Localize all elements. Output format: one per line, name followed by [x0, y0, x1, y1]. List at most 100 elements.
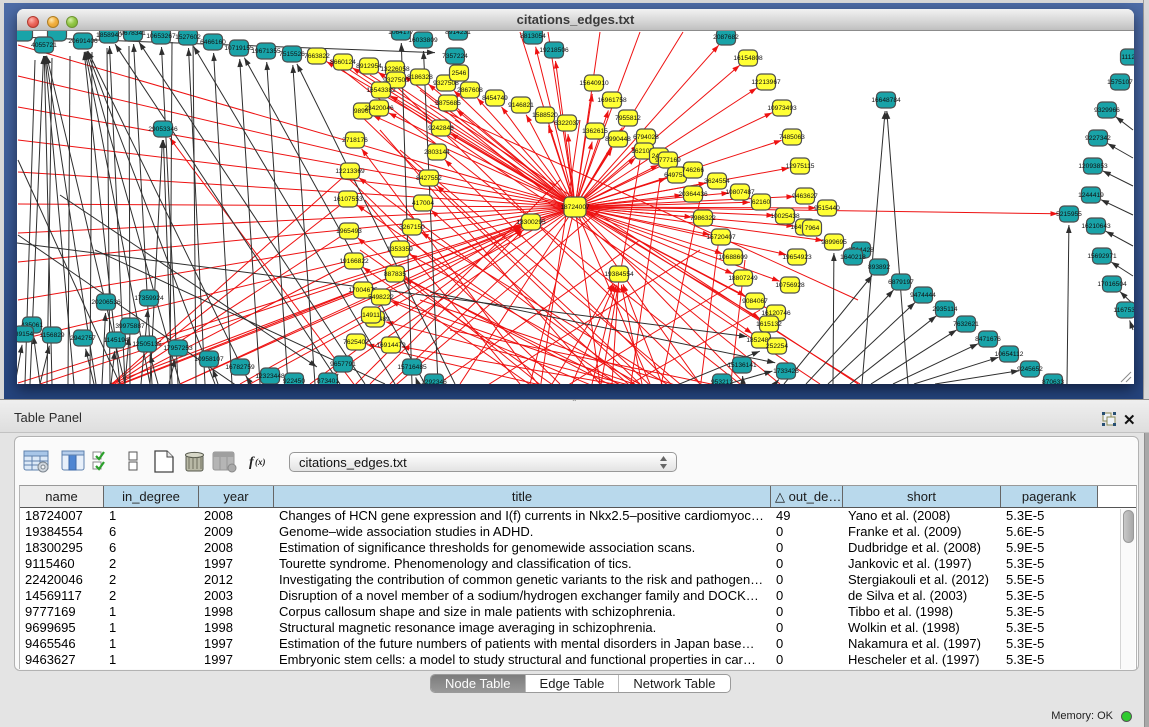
svg-text:12505135: 12505135 [132, 341, 162, 348]
svg-text:8813054: 8813054 [520, 33, 546, 40]
svg-text:19654923: 19654923 [782, 254, 812, 261]
svg-text:12093853: 12093853 [1078, 163, 1108, 170]
svg-text:8427552: 8427552 [416, 175, 442, 182]
svg-text:1156829: 1156829 [39, 332, 65, 339]
svg-text:1615132: 1615132 [756, 321, 782, 328]
svg-text:19218506: 19218506 [539, 47, 569, 54]
svg-text:9657791: 9657791 [330, 361, 356, 368]
svg-text:17957253: 17957253 [163, 345, 193, 352]
svg-text:1733426: 1733426 [773, 368, 799, 375]
svg-text:8912954: 8912954 [356, 63, 382, 70]
svg-text:11123: 11123 [1121, 54, 1134, 61]
svg-text:1353359: 1353359 [387, 246, 413, 253]
svg-text:1640218: 1640218 [840, 254, 866, 261]
svg-text:2546: 2546 [452, 70, 467, 77]
svg-text:20691406: 20691406 [68, 38, 98, 45]
svg-text:893892: 893892 [868, 264, 890, 271]
svg-text:6322037: 6322037 [554, 120, 580, 127]
svg-text:870633: 870633 [1042, 379, 1064, 384]
svg-text:9245652: 9245652 [1017, 366, 1043, 373]
svg-text:9084067: 9084067 [742, 298, 768, 305]
svg-text:1575107: 1575107 [1107, 79, 1133, 86]
svg-text:10719155: 10719155 [224, 45, 254, 52]
svg-text:8660124: 8660124 [330, 59, 356, 66]
svg-text:1965493: 1965493 [336, 228, 362, 235]
svg-text:9227342: 9227342 [1085, 135, 1111, 142]
svg-text:3267150: 3267150 [399, 224, 425, 231]
svg-text:7357224: 7357224 [442, 53, 468, 60]
svg-text:39975887: 39975887 [115, 323, 145, 330]
svg-text:19166822: 19166822 [339, 258, 369, 265]
svg-text:10973493: 10973493 [767, 105, 797, 112]
svg-text:746266: 746266 [682, 167, 704, 174]
svg-text:1588520: 1588520 [532, 112, 558, 119]
svg-text:16648784: 16648784 [871, 97, 901, 104]
svg-text:1167534: 1167534 [1113, 307, 1134, 314]
svg-text:10688609: 10688609 [718, 254, 748, 261]
svg-text:16107553: 16107553 [333, 196, 363, 203]
svg-text:6879197: 6879197 [888, 279, 914, 286]
svg-text:20206536: 20206536 [91, 299, 121, 306]
svg-text:7485063: 7485063 [779, 134, 805, 141]
svg-text:922450: 922450 [283, 378, 305, 384]
svg-text:16782759: 16782759 [225, 364, 255, 371]
svg-text:10025438: 10025438 [770, 213, 800, 220]
svg-text:62160: 62160 [752, 199, 771, 206]
svg-text:19384554: 19384554 [604, 271, 634, 278]
svg-text:10654112: 10654112 [995, 351, 1024, 358]
svg-text:417004: 417004 [412, 200, 434, 207]
svg-text:3624554: 3624554 [704, 178, 730, 185]
svg-text:7964: 7964 [805, 225, 820, 232]
svg-text:29053346: 29053346 [148, 126, 178, 133]
svg-text:9515440: 9515440 [814, 205, 840, 212]
svg-text:19671355: 19671355 [251, 48, 281, 55]
svg-text:10958107: 10958107 [194, 356, 224, 363]
svg-text:4055721: 4055721 [31, 42, 57, 49]
svg-text:7663822: 7663822 [304, 53, 330, 60]
svg-text:1527602: 1527602 [175, 34, 201, 41]
svg-text:2718176: 2718176 [342, 137, 368, 144]
svg-text:7955812: 7955812 [615, 115, 641, 122]
svg-text:17016504: 17016504 [1097, 281, 1127, 288]
svg-text:2803144: 2803144 [424, 149, 450, 156]
svg-text:5498222: 5498222 [368, 294, 394, 301]
svg-text:5875685: 5875685 [435, 100, 461, 107]
svg-text:8914231: 8914231 [445, 31, 471, 36]
svg-text:12323448: 12323448 [255, 373, 285, 380]
svg-text:1292346: 1292346 [421, 379, 447, 384]
svg-text:12213369: 12213369 [335, 168, 365, 175]
svg-text:2867608: 2867608 [457, 87, 483, 94]
svg-text:17359924: 17359924 [134, 295, 164, 302]
svg-text:887835: 887835 [384, 271, 406, 278]
svg-text:15692971: 15692971 [1087, 253, 1117, 260]
svg-text:15640910: 15640910 [579, 80, 609, 87]
svg-text:12213967: 12213967 [751, 79, 781, 86]
svg-text:7986322: 7986322 [690, 215, 716, 222]
svg-text:1858940: 1858940 [96, 32, 122, 39]
svg-text:10807487: 10807487 [725, 189, 755, 196]
svg-text:16961758: 16961758 [597, 97, 627, 104]
svg-text:9146821: 9146821 [508, 102, 534, 109]
svg-text:10756928: 10756928 [775, 282, 805, 289]
svg-text:953212: 953212 [711, 379, 733, 384]
svg-text:9474444: 9474444 [910, 292, 936, 299]
svg-text:10653267: 10653267 [146, 33, 176, 40]
svg-text:8990448: 8990448 [605, 136, 631, 143]
svg-text:2935114: 2935114 [932, 306, 958, 313]
svg-text:18807249: 18807249 [728, 275, 758, 282]
svg-text:14911: 14911 [362, 312, 380, 319]
svg-text:16914479: 16914479 [376, 342, 406, 349]
svg-text:8454749: 8454749 [482, 95, 508, 102]
svg-text:9329966: 9329966 [1094, 107, 1120, 114]
svg-text:20364436: 20364436 [678, 191, 708, 198]
svg-text:5215955: 5215955 [1056, 211, 1082, 218]
svg-text:1244419: 1244419 [1078, 192, 1104, 199]
svg-text:18300295: 18300295 [516, 219, 546, 226]
svg-text:6794028: 6794028 [633, 134, 659, 141]
svg-text:9463627: 9463627 [792, 193, 818, 200]
svg-text:2942757: 2942757 [70, 335, 96, 342]
svg-text:1064177: 1064177 [388, 31, 414, 36]
svg-text:873401: 873401 [317, 378, 339, 384]
svg-text:8471676: 8471676 [975, 336, 1001, 343]
svg-text:7625402: 7625402 [343, 339, 369, 346]
